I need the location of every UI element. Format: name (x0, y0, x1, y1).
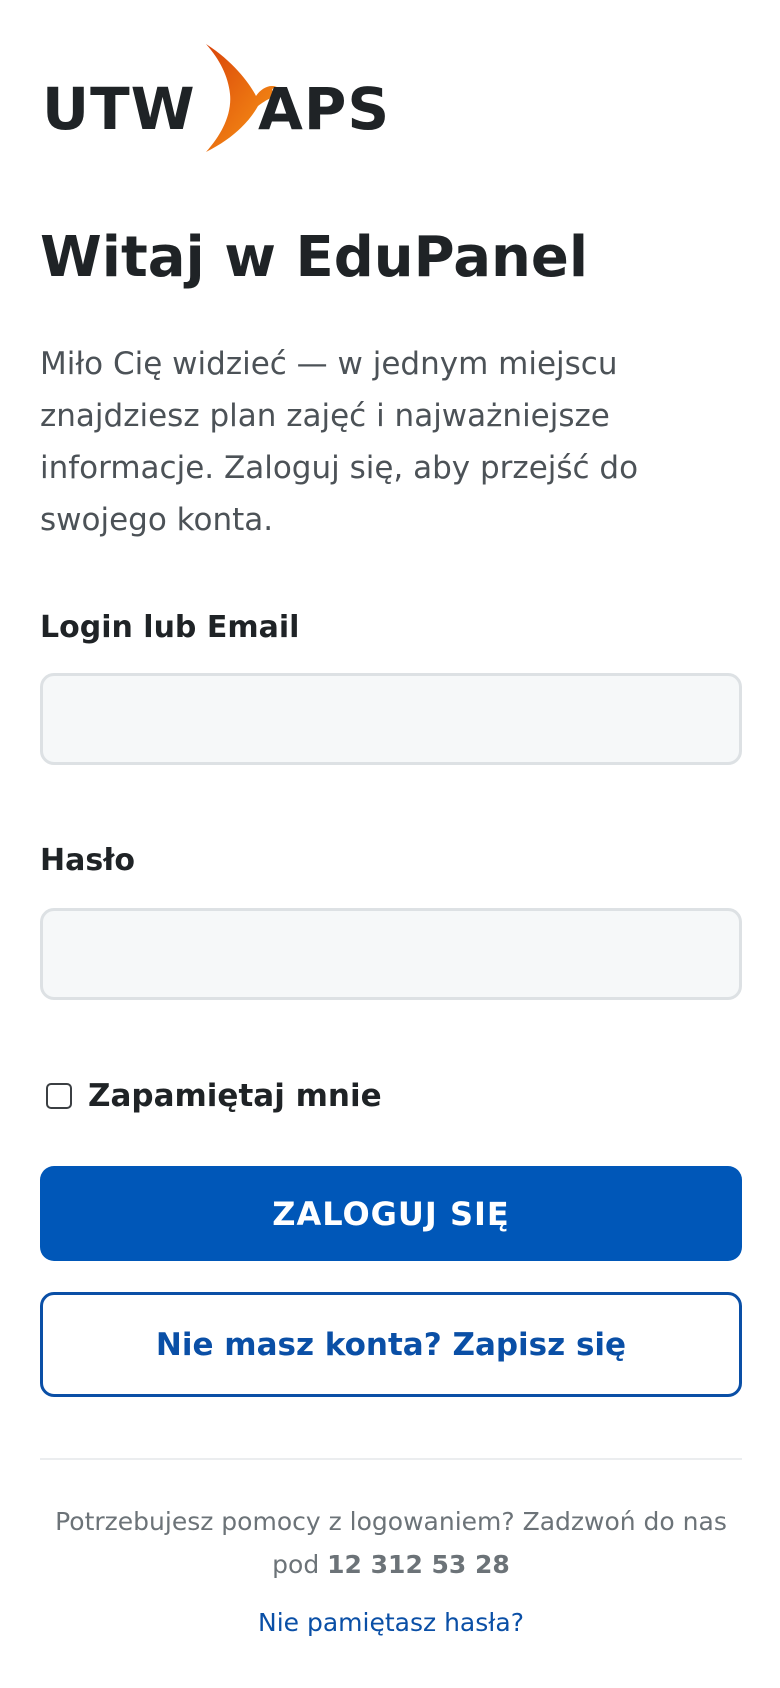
remember-me-checkbox[interactable] (46, 1083, 72, 1109)
help-phone-number: 12 312 53 28 (327, 1550, 510, 1579)
page-title: Witaj w EduPanel (40, 225, 589, 290)
login-input[interactable] (40, 673, 742, 765)
signup-button[interactable]: Nie masz konta? Zapisz się (40, 1292, 742, 1397)
logo-text-right: APS (258, 75, 391, 143)
remember-me-label[interactable]: Zapamiętaj mnie (88, 1078, 382, 1114)
login-label: Login lub Email (40, 610, 300, 645)
remember-me-row[interactable]: Zapamiętaj mnie (46, 1078, 382, 1114)
password-label: Hasło (40, 843, 135, 878)
help-text: Potrzebujesz pomocy z logowaniem? Zadzwo… (40, 1500, 742, 1586)
intro-text: Miło Cię widzieć — w jednym miejscu znaj… (40, 346, 639, 538)
password-input[interactable] (40, 908, 742, 1000)
utw-aps-logo: UTW APS (42, 40, 402, 160)
divider (40, 1458, 742, 1460)
login-page: UTW APS Witaj w EduPanel Miło Cię widzie… (0, 0, 780, 1688)
forgot-password-link[interactable]: Nie pamiętasz hasła? (40, 1608, 742, 1637)
login-button[interactable]: ZALOGUJ SIĘ (40, 1166, 742, 1261)
